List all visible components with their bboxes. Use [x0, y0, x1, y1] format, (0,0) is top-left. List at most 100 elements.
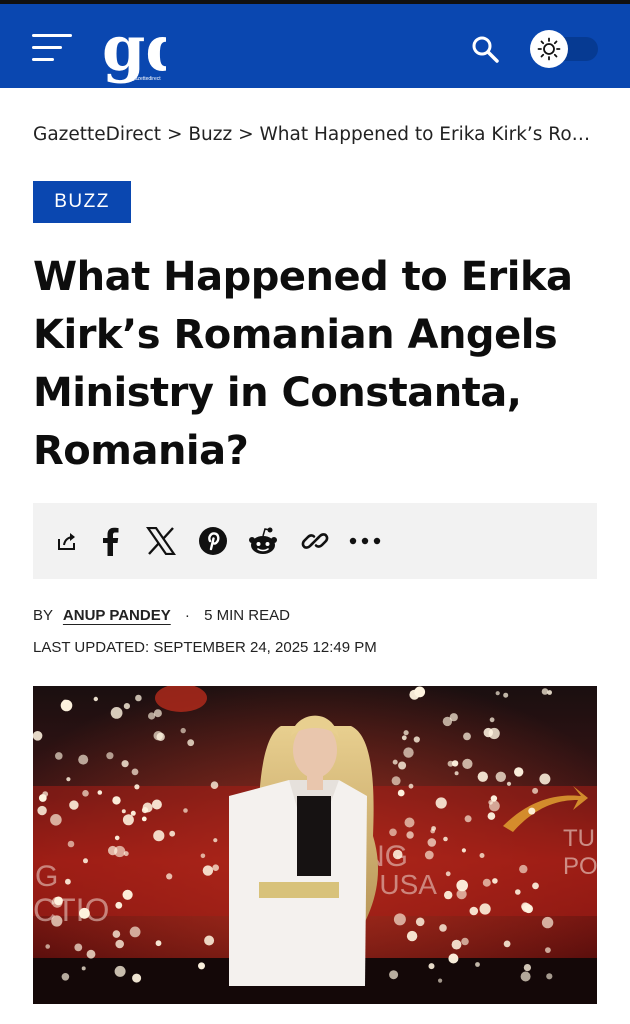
spark-particle	[213, 838, 218, 843]
spark-particle	[389, 828, 397, 837]
spark-particle	[391, 776, 401, 786]
spark-particle	[45, 944, 50, 949]
spark-particle	[424, 850, 434, 860]
spark-particle	[461, 848, 466, 853]
spark-particle	[404, 817, 415, 828]
spark-particle	[479, 903, 491, 915]
spark-particle	[461, 937, 469, 946]
spark-particle	[444, 890, 453, 900]
spark-particle	[183, 808, 188, 813]
spark-particle	[482, 878, 491, 887]
spark-particle	[121, 809, 126, 814]
spark-particle	[392, 759, 398, 765]
spark-particle	[65, 878, 71, 885]
spark-particle	[180, 727, 186, 734]
pinterest-icon[interactable]	[193, 521, 233, 561]
spark-particle	[528, 807, 536, 815]
spark-particle	[454, 771, 459, 776]
search-icon[interactable]	[470, 34, 500, 64]
spark-particle	[212, 864, 219, 871]
spark-particle	[389, 970, 399, 980]
spark-particle	[115, 901, 123, 909]
spark-particle	[447, 760, 454, 767]
spark-particle	[81, 966, 86, 971]
spark-particle	[93, 696, 98, 702]
logo-text: gd	[102, 12, 166, 85]
spark-particle	[114, 835, 120, 841]
author-link[interactable]: ANUP PANDEY	[63, 607, 171, 624]
reddit-icon[interactable]	[243, 521, 283, 561]
spark-particle	[487, 812, 496, 820]
spark-particle	[114, 845, 126, 858]
spark-particle	[83, 858, 88, 864]
spark-particle	[114, 965, 126, 977]
spark-particle	[110, 707, 123, 719]
spark-particle	[503, 940, 511, 948]
spark-particle	[489, 800, 500, 812]
spark-particle	[469, 906, 479, 916]
spark-particle	[142, 802, 153, 813]
spark-particle	[392, 849, 403, 860]
spark-particle	[130, 810, 136, 816]
hamburger-menu-icon[interactable]	[32, 34, 74, 66]
spark-particle	[521, 903, 532, 913]
spark-particle	[166, 873, 173, 880]
spark-particle	[539, 773, 551, 785]
spark-particle	[519, 864, 528, 874]
spark-particle	[200, 853, 206, 859]
svg-text:CTIO: CTIO	[33, 892, 109, 928]
breadcrumb-current: What Happened to Erika Kirk’s Romanian A…	[259, 124, 603, 145]
spark-particle	[123, 703, 130, 710]
theme-toggle[interactable]	[530, 30, 598, 68]
byline: BY ANUP PANDEY · 5 MIN READ	[33, 607, 290, 624]
x-icon[interactable]	[141, 521, 181, 561]
toggle-knob	[530, 30, 568, 68]
spark-particle	[62, 699, 68, 705]
spark-particle	[153, 731, 163, 741]
spark-particle	[546, 973, 553, 980]
photo-illustration: G CTIO NG T USA TU PO	[33, 686, 597, 1004]
spark-particle	[514, 767, 524, 777]
spark-particle	[112, 930, 121, 938]
logo-tagline: gazettedirect	[132, 76, 161, 82]
spark-particle	[442, 716, 453, 727]
spark-particle	[198, 962, 205, 970]
spark-particle	[443, 836, 448, 842]
spark-particle	[523, 964, 531, 972]
by-label: BY	[33, 607, 53, 624]
spark-particle	[82, 790, 89, 797]
category-badge[interactable]: BUZZ	[33, 181, 131, 223]
spark-particle	[506, 781, 512, 786]
spark-particle	[541, 916, 554, 929]
spark-particle	[532, 882, 539, 890]
copy-link-icon[interactable]	[295, 521, 335, 561]
breadcrumb-home-link[interactable]: GazetteDirect	[33, 124, 161, 145]
share-bar	[33, 503, 597, 579]
spark-particle	[464, 815, 472, 823]
breadcrumb-category-link[interactable]: Buzz	[188, 124, 232, 145]
spark-particle	[38, 794, 47, 802]
spark-particle	[50, 814, 62, 826]
spark-particle	[532, 787, 539, 794]
spark-particle	[86, 949, 96, 959]
updated-date: SEPTEMBER 24, 2025 12:49 PM	[153, 639, 377, 656]
spark-particle	[155, 940, 162, 947]
spark-particle	[33, 731, 43, 741]
spark-particle	[438, 978, 443, 983]
updated-label: LAST UPDATED:	[33, 639, 150, 656]
spark-particle	[520, 971, 531, 982]
more-icon[interactable]	[345, 521, 385, 561]
spark-particle	[456, 889, 467, 900]
spark-particle	[495, 771, 506, 782]
spark-particle	[74, 943, 83, 952]
spark-particle	[406, 831, 414, 839]
spark-particle	[430, 828, 436, 834]
spark-particle	[115, 939, 124, 949]
spark-particle	[428, 963, 435, 970]
facebook-icon[interactable]	[91, 521, 131, 561]
spark-particle	[462, 758, 473, 769]
read-time: 5 MIN READ	[204, 607, 290, 624]
byline-dot: ·	[184, 607, 190, 624]
share-icon[interactable]	[47, 521, 87, 561]
hero-image[interactable]: G CTIO NG T USA TU PO	[33, 686, 597, 1004]
